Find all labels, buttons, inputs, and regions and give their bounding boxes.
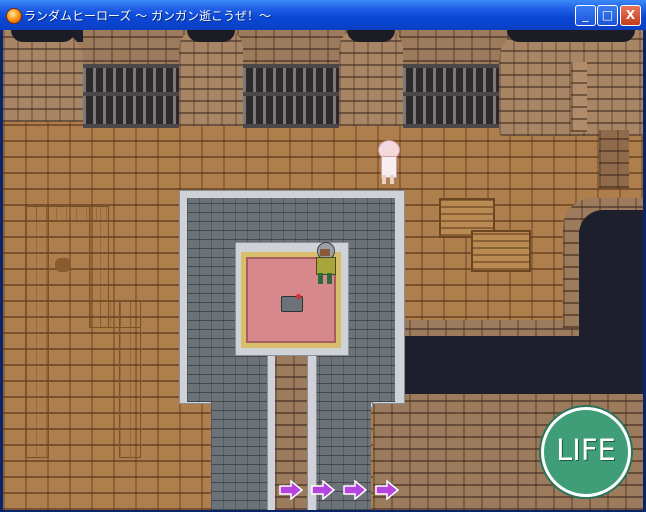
right-arrow-icon[interactable] <box>342 480 368 500</box>
app-orb-icon <box>6 8 22 24</box>
game-viewport[interactable]: LIFE <box>3 30 643 510</box>
wooden-crate[interactable] <box>471 230 531 272</box>
life-button-label: LIFE <box>556 433 616 467</box>
jail-bars <box>83 64 179 128</box>
tower <box>3 30 83 122</box>
wooden-counter <box>25 206 49 458</box>
right-arrow-icon[interactable] <box>310 480 336 500</box>
jail-bars <box>243 64 339 128</box>
dark-pit <box>579 210 643 350</box>
tower <box>339 30 403 126</box>
maximize-button[interactable]: □ <box>597 5 618 26</box>
switch-light-icon <box>296 294 301 299</box>
title-bar[interactable]: ランダムヒーローズ 〜 ガンガン逝こうぜ！〜 _ □ X <box>0 0 646 30</box>
floor-crack <box>55 258 71 272</box>
wooden-counter <box>119 300 141 458</box>
game-window: ランダムヒーローズ 〜 ガンガン逝こうぜ！〜 _ □ X LIFE <box>0 0 646 512</box>
armored-hero-player[interactable] <box>313 242 337 284</box>
window-title: ランダムヒーローズ 〜 ガンガン逝こうぜ！〜 <box>24 9 272 23</box>
minimize-button[interactable]: _ <box>575 5 596 26</box>
right-arrow-icon[interactable] <box>374 480 400 500</box>
tower <box>179 30 243 126</box>
wall-stain <box>599 130 629 188</box>
jail-bars <box>403 64 499 128</box>
pillar <box>571 62 587 132</box>
close-button[interactable]: X <box>620 5 641 26</box>
life-button[interactable]: LIFE <box>541 407 631 497</box>
pale-girl-npc[interactable] <box>375 140 401 184</box>
right-arrow-icon[interactable] <box>278 480 304 500</box>
